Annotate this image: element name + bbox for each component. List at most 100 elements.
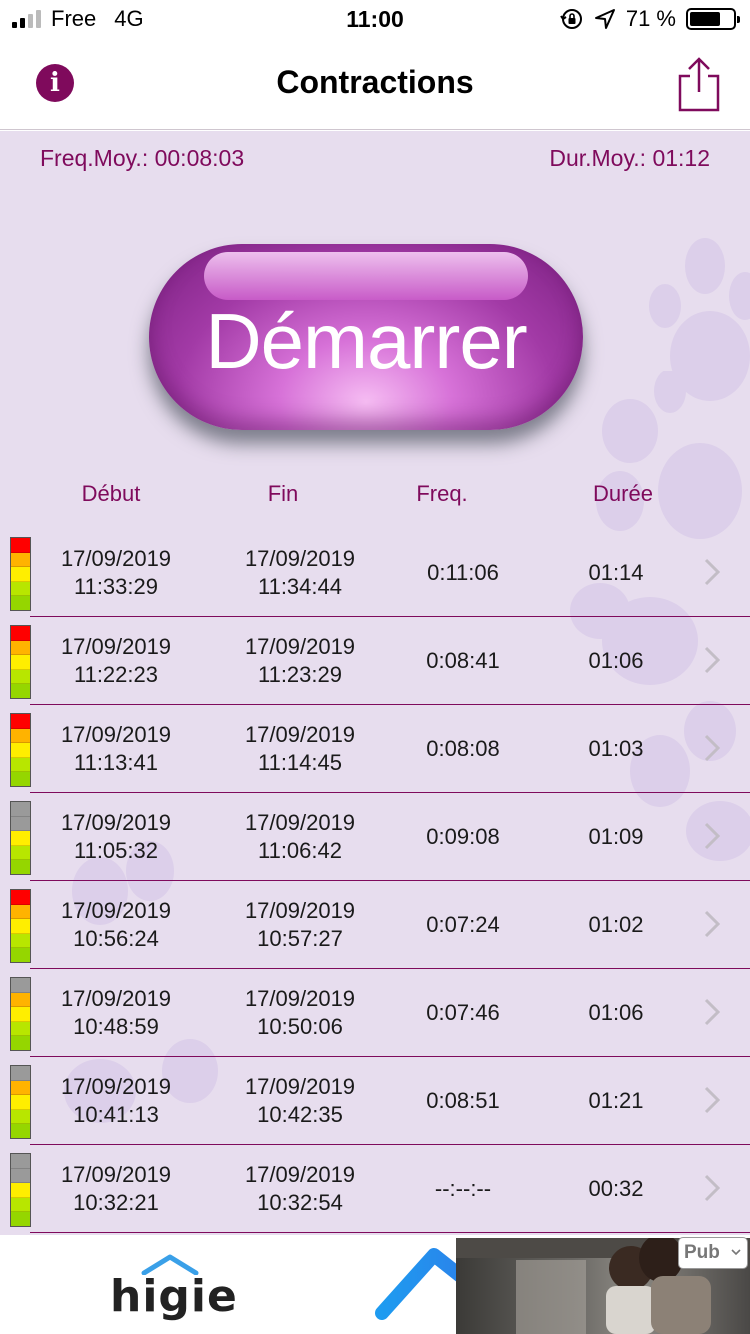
frequency-cell: 0:11:06 — [390, 559, 536, 587]
end-cell-fin-time: 11:06:42 — [257, 838, 342, 863]
intensity-level-icon — [10, 1065, 31, 1139]
start-cell: 17/09/2019 11:22:23 — [40, 633, 192, 689]
frequency-cell-freq: 0:11:06 — [427, 560, 499, 585]
start-cell-debut-time: 11:13:41 — [73, 750, 158, 775]
end-cell-fin-date: 17/09/2019 — [244, 1074, 356, 1099]
chevron-right-icon[interactable] — [702, 645, 722, 675]
header-duree: Durée — [593, 481, 653, 506]
duration-cell-duree: 01:02 — [588, 912, 644, 937]
frequency-cell-freq: 0:08:08 — [426, 736, 500, 761]
end-cell: 17/09/2019 11:34:44 — [224, 545, 376, 601]
duration-cell-duree: 01:21 — [588, 1088, 644, 1113]
end-cell: 17/09/2019 10:50:06 — [224, 985, 376, 1041]
start-cell-debut-time: 10:48:59 — [73, 1014, 159, 1039]
chevron-right-icon[interactable] — [702, 1173, 722, 1203]
intensity-level-icon — [10, 1153, 31, 1227]
end-cell-fin-time: 10:42:35 — [257, 1102, 343, 1127]
table-row[interactable]: 17/09/2019 11:22:23 17/09/2019 11:23:29 0:08… — [0, 617, 750, 705]
table-row[interactable]: 17/09/2019 10:56:24 17/09/2019 10:57:27 0:07… — [0, 881, 750, 969]
table-row[interactable]: 17/09/2019 10:48:59 17/09/2019 10:50:06 0:07… — [0, 969, 750, 1057]
table-row[interactable]: 17/09/2019 11:33:29 17/09/2019 11:34:44 0:11… — [0, 529, 750, 617]
start-cell-debut-time: 11:05:32 — [73, 838, 158, 863]
averages-bar: Freq.Moy.: 00:08:03 Dur.Moy.: 01:12 — [40, 145, 710, 172]
start-cell: 17/09/2019 10:48:59 — [40, 985, 192, 1041]
ad-brand-logo[interactable]: higie — [110, 1253, 240, 1323]
frequency-cell-freq: 0:07:24 — [426, 912, 500, 937]
chevron-right-icon[interactable] — [702, 997, 722, 1027]
end-cell-fin-date: 17/09/2019 — [244, 986, 356, 1011]
duration-cell-duree: 01:03 — [588, 736, 644, 761]
ad-brand-name: higie — [110, 1271, 238, 1322]
end-cell-fin-date: 17/09/2019 — [244, 634, 356, 659]
battery-percent: 71 % — [625, 6, 676, 31]
chevron-right-icon[interactable] — [702, 909, 722, 939]
intensity-level-icon — [10, 537, 31, 611]
frequency-cell-freq: 0:09:08 — [426, 824, 500, 849]
table-header: Début Fin Freq. Durée — [0, 481, 750, 511]
end-cell: 17/09/2019 10:32:54 — [224, 1161, 376, 1217]
start-cell-debut-date: 17/09/2019 — [60, 722, 172, 747]
intensity-level-icon — [10, 713, 31, 787]
start-cell: 17/09/2019 11:13:41 — [40, 721, 192, 777]
frequency-cell: --:--:-- — [390, 1175, 536, 1203]
chevron-right-icon[interactable] — [702, 1085, 722, 1115]
duration-cell-duree: 00:32 — [588, 1176, 644, 1201]
end-cell-fin-time: 11:34:44 — [257, 574, 342, 599]
end-cell-fin-date: 17/09/2019 — [244, 722, 356, 747]
status-right: 71 % — [560, 6, 740, 32]
start-cell: 17/09/2019 11:33:29 — [40, 545, 192, 601]
ad-tag-label: Pub — [684, 1242, 720, 1263]
table-row[interactable]: 17/09/2019 11:13:41 17/09/2019 11:14:45 0:08… — [0, 705, 750, 793]
duration-cell: 01:21 — [546, 1087, 686, 1115]
frequency-cell: 0:07:46 — [390, 999, 536, 1027]
frequency-cell: 0:08:41 — [390, 647, 536, 675]
intensity-level-icon — [10, 977, 31, 1051]
start-cell-debut-time: 10:56:24 — [73, 926, 159, 951]
duration-average: Dur.Moy.: 01:12 — [549, 145, 710, 171]
duration-cell: 01:14 — [546, 559, 686, 587]
duration-cell: 01:09 — [546, 823, 686, 851]
chevron-right-icon[interactable] — [702, 821, 722, 851]
end-cell-fin-time: 10:50:06 — [257, 1014, 343, 1039]
start-cell-debut-time: 10:32:21 — [73, 1190, 159, 1215]
chevron-right-icon[interactable] — [702, 557, 722, 587]
chevron-right-icon[interactable] — [702, 733, 722, 763]
frequency-cell: 0:08:51 — [390, 1087, 536, 1115]
duration-cell-duree: 01:14 — [588, 560, 644, 585]
end-cell: 17/09/2019 10:57:27 — [224, 897, 376, 953]
table-row[interactable]: 17/09/2019 11:05:32 17/09/2019 11:06:42 0:09… — [0, 793, 750, 881]
table-row[interactable]: 17/09/2019 10:41:13 17/09/2019 10:42:35 0:08… — [0, 1057, 750, 1145]
location-arrow-icon — [594, 9, 615, 29]
frequency-cell-freq: --:--:-- — [434, 1176, 492, 1201]
frequency-cell: 0:07:24 — [390, 911, 536, 939]
end-cell-fin-time: 11:23:29 — [257, 662, 342, 687]
start-cell-debut-date: 17/09/2019 — [60, 810, 172, 835]
ad-banner[interactable]: higie Pub — [0, 1235, 750, 1334]
ad-tag[interactable]: Pub — [678, 1237, 748, 1269]
frequency-cell: 0:08:08 — [390, 735, 536, 763]
duration-cell: 01:02 — [546, 911, 686, 939]
start-cell-debut-date: 17/09/2019 — [60, 634, 172, 659]
share-icon[interactable] — [676, 56, 722, 112]
status-bar: Free 4G 11:00 71 % — [0, 0, 750, 42]
start-button[interactable]: Démarrer — [149, 244, 583, 430]
duration-cell-duree: 01:09 — [588, 824, 644, 849]
duration-cell-duree: 01:06 — [588, 648, 644, 673]
end-cell-fin-date: 17/09/2019 — [244, 1162, 356, 1187]
end-cell-fin-date: 17/09/2019 — [244, 898, 356, 923]
start-cell-debut-date: 17/09/2019 — [60, 1162, 172, 1187]
battery-icon — [686, 8, 740, 30]
table-row[interactable]: 17/09/2019 10:32:21 17/09/2019 10:32:54 --:-… — [0, 1145, 750, 1233]
start-button-label: Démarrer — [205, 297, 527, 385]
frequency-average: Freq.Moy.: 00:08:03 — [40, 145, 245, 171]
duration-cell: 01:06 — [546, 647, 686, 675]
duration-cell: 01:06 — [546, 999, 686, 1027]
start-cell: 17/09/2019 11:05:32 — [40, 809, 192, 865]
orientation-lock-icon — [560, 9, 582, 29]
start-cell-debut-time: 11:33:29 — [73, 574, 158, 599]
intensity-level-icon — [10, 889, 31, 963]
start-cell: 17/09/2019 10:41:13 — [40, 1073, 192, 1129]
end-cell: 17/09/2019 11:06:42 — [224, 809, 376, 865]
duration-cell-duree: 01:06 — [588, 1000, 644, 1025]
header-freq: Freq. — [416, 481, 468, 506]
